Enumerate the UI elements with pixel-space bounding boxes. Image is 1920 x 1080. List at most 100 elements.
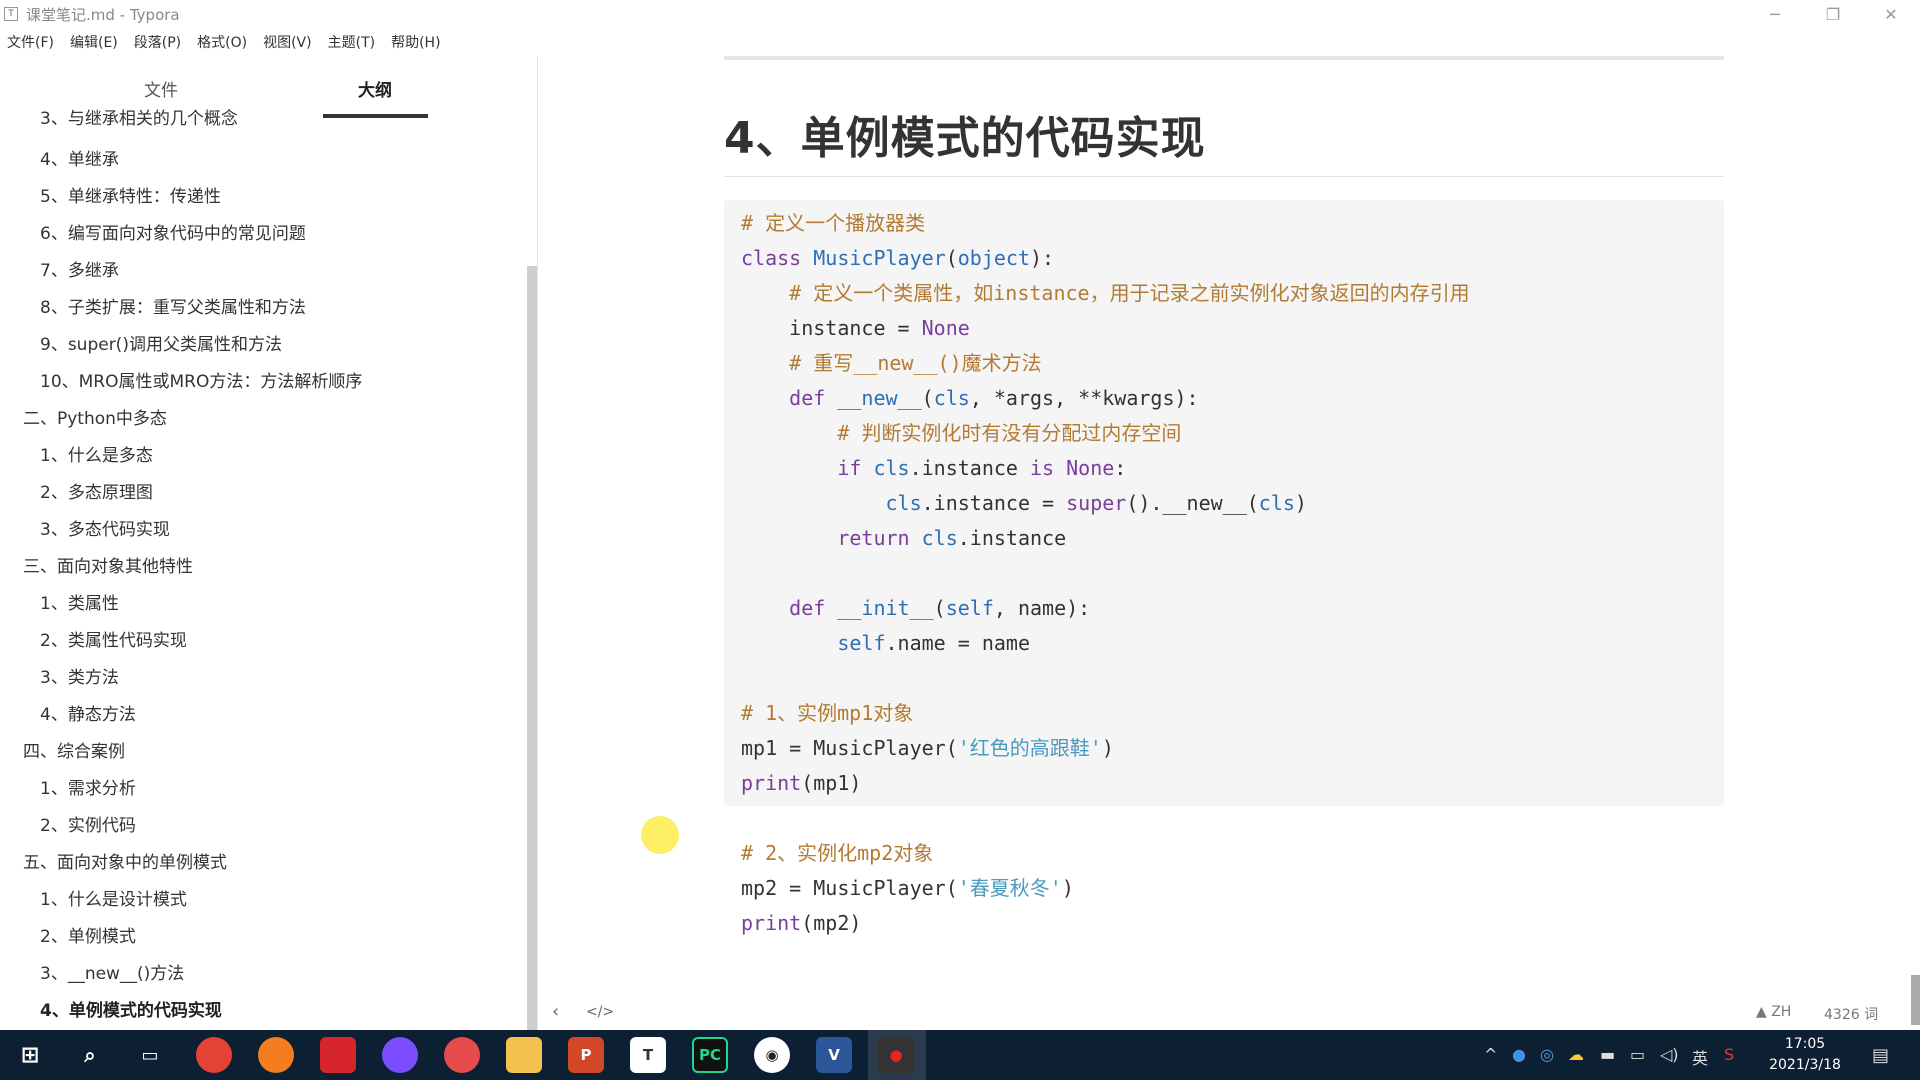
heading-underline (724, 176, 1724, 177)
youdao-icon[interactable] (320, 1037, 356, 1073)
outline-item[interactable]: 1、什么是多态 (40, 441, 153, 466)
sidebar: 文件 大纲 3、与继承相关的几个概念 4、单继承 5、单继承特性：传递性 6、编写面向… (0, 56, 538, 1030)
outline-item[interactable]: 2、多态原理图 (40, 478, 153, 503)
outline-item[interactable]: 1、类属性 (40, 589, 119, 614)
outline-item[interactable]: 3、多态代码实现 (40, 515, 170, 540)
outline-item[interactable]: 四、综合案例 (23, 737, 125, 762)
menu-view[interactable]: 视图(V) (263, 32, 312, 52)
taskbar-clock[interactable]: 17:05 2021/3/18 (1760, 1034, 1850, 1076)
outline-item[interactable]: 2、实例代码 (40, 811, 136, 836)
outline-item[interactable]: 8、子类扩展：重写父类属性和方法 (40, 293, 306, 318)
notification-icon[interactable]: ▤ (1872, 1045, 1889, 1066)
screen-recorder-icon[interactable] (444, 1037, 480, 1073)
code-token: ( (921, 386, 934, 410)
code-token: ().__new__( (1126, 491, 1259, 515)
clock-date: 2021/3/18 (1769, 1057, 1841, 1073)
status-footer: ‹ </> ▲ ZH 4326 词 (540, 995, 1920, 1029)
outline-item[interactable]: 9、super()调用父类属性和方法 (40, 330, 282, 355)
recording-app-icon[interactable]: ● (878, 1037, 914, 1073)
obs-icon[interactable]: ◉ (754, 1037, 790, 1073)
outline-item[interactable]: 1、需求分析 (40, 774, 136, 799)
code-token: MusicPlayer (813, 246, 946, 270)
outline-item[interactable]: 2、单例模式 (40, 922, 136, 947)
outline-item[interactable]: 3、类方法 (40, 663, 119, 688)
code-token: print (741, 911, 802, 935)
code-token: .instance (957, 526, 1067, 550)
code-token: print (741, 771, 802, 795)
file-explorer-icon[interactable] (506, 1037, 542, 1073)
firefox-icon[interactable] (258, 1037, 294, 1073)
outline-item[interactable]: 5、单继承特性：传递性 (40, 182, 221, 207)
search-icon[interactable]: ⌕ (72, 1037, 108, 1073)
tray-expand-icon[interactable]: ^ (1484, 1045, 1497, 1064)
code-token: ): (1030, 246, 1055, 270)
code-token: , name): (993, 596, 1091, 620)
outline-item[interactable]: 3、__new__()方法 (40, 959, 184, 984)
code-token: cls (1258, 491, 1295, 515)
tray-network-app-icon[interactable]: ◎ (1540, 1045, 1554, 1064)
outline-item[interactable]: 4、静态方法 (40, 700, 136, 725)
menu-file[interactable]: 文件(F) (7, 32, 54, 52)
menu-format[interactable]: 格式(O) (197, 32, 247, 52)
visio-icon[interactable]: V (816, 1037, 852, 1073)
menu-theme[interactable]: 主题(T) (328, 32, 375, 52)
outline-item[interactable]: 3、与继承相关的几个概念 (40, 104, 238, 129)
code-token: mp1 = MusicPlayer( (741, 736, 958, 760)
tray-cloud-icon[interactable]: ☁ (1568, 1045, 1584, 1064)
editor-area[interactable]: 4、单例模式的代码实现 # 定义一个播放器类 class MusicPlayer(… (540, 56, 1920, 1030)
outline-item[interactable]: 4、单例模式的代码实现 (40, 996, 222, 1021)
outline-item[interactable]: 6、编写面向对象代码中的常见问题 (40, 219, 306, 244)
outline-item[interactable]: 2、类属性代码实现 (40, 626, 187, 651)
editor-scrollbar-thumb[interactable] (1911, 975, 1920, 1025)
sogou-input-icon[interactable]: S (1724, 1045, 1734, 1064)
powerpoint-icon[interactable]: P (568, 1037, 604, 1073)
toggle-sidebar-icon[interactable]: ‹ (552, 1001, 559, 1022)
ime-indicator[interactable]: 英 (1692, 1045, 1708, 1069)
menu-paragraph[interactable]: 段落(P) (134, 32, 181, 52)
chrome-icon[interactable] (196, 1037, 232, 1073)
typora-taskbar-icon[interactable]: T (630, 1037, 666, 1073)
code-token: __new__ (837, 386, 922, 410)
outline-item[interactable]: 10、MRO属性或MRO方法：方法解析顺序 (40, 367, 362, 392)
browser-icon[interactable] (382, 1037, 418, 1073)
tray-app-icon[interactable]: ● (1512, 1045, 1526, 1064)
pycharm-icon[interactable]: PC (692, 1037, 728, 1073)
code-block[interactable]: # 定义一个播放器类 class MusicPlayer(object): # 定… (724, 200, 1724, 935)
code-token: # 定义一个播放器类 (741, 211, 926, 235)
mouse-cursor-highlight (641, 816, 679, 854)
page-heading[interactable]: 4、单例模式的代码实现 (724, 102, 1206, 166)
battery-icon[interactable]: ▬ (1600, 1045, 1615, 1064)
sidebar-scrollbar[interactable] (527, 266, 537, 1030)
task-view-icon[interactable]: ▭ (132, 1037, 168, 1073)
outline-item[interactable]: 二、Python中多态 (23, 404, 167, 429)
word-count[interactable]: 4326 词 (1824, 1004, 1878, 1024)
tab-files[interactable]: 文件 (144, 76, 178, 101)
menu-edit[interactable]: 编辑(E) (70, 32, 118, 52)
windows-start-icon[interactable]: ⊞ (12, 1037, 48, 1073)
code-token: .instance = (921, 491, 1067, 515)
language-indicator[interactable]: ▲ ZH (1756, 1004, 1791, 1020)
source-code-mode-icon[interactable]: </> (586, 1004, 614, 1020)
volume-icon[interactable]: ◁) (1660, 1045, 1679, 1064)
code-token: cls (885, 491, 922, 515)
network-icon[interactable]: ▭ (1630, 1045, 1645, 1064)
code-token: # 1、实例mp1对象 (741, 701, 914, 725)
code-token: super (1066, 491, 1127, 515)
code-line: print(mp1) (741, 766, 861, 801)
active-tab-indicator (323, 114, 428, 118)
outline-item[interactable]: 7、多继承 (40, 256, 119, 281)
outline-item[interactable]: 五、面向对象中的单例模式 (23, 848, 227, 873)
outline-item[interactable]: 三、面向对象其他特性 (23, 552, 193, 577)
code-line: mp1 = MusicPlayer('红色的高跟鞋') (741, 731, 1114, 766)
minimize-button[interactable]: ─ (1746, 0, 1804, 28)
close-button[interactable]: ✕ (1862, 0, 1920, 28)
tab-outline[interactable]: 大纲 (358, 76, 392, 101)
menu-help[interactable]: 帮助(H) (391, 32, 440, 52)
outline-item[interactable]: 1、什么是设计模式 (40, 885, 187, 910)
code-token: None (921, 316, 970, 340)
restore-button[interactable]: ❐ (1804, 0, 1862, 28)
outline-item[interactable]: 4、单继承 (40, 145, 119, 170)
